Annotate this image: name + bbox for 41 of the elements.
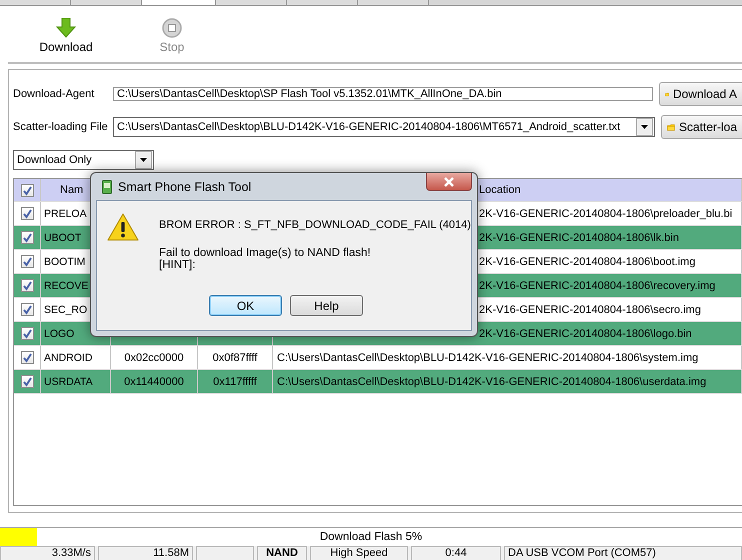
field-label: Download-Agent <box>13 88 96 100</box>
table-cell: C:\Users\DantasCell\Desktop\BLU-D142K-V16-GENERIC-20140804-1806\userdata.img <box>277 376 706 388</box>
table-cell: 2K-V16-GENERIC-20140804-1806\boot.img <box>479 256 696 268</box>
progress-label: Download Flash 5% <box>320 531 422 543</box>
field-label: Scatter-loading File <box>13 121 109 133</box>
table-cell: 2K-V16-GENERIC-20140804-1806\secro.img <box>479 304 701 316</box>
status-port: DA USB VCOM Port (COM57) <box>504 546 742 560</box>
error-code-text: BROM ERROR : S_FT_NFB_DOWNLOAD_CODE_FAIL (4014) <box>159 219 471 231</box>
dialog-button[interactable]: OK <box>209 295 282 316</box>
table-cell: 0x117fffff <box>213 376 257 388</box>
table-cell: UBOOT <box>44 232 82 244</box>
browse-button[interactable]: Download A <box>659 82 742 106</box>
table-cell: PRELOA <box>44 208 87 220</box>
download-button[interactable]: Download <box>38 18 94 62</box>
table-cell: 0x02cc0000 <box>124 352 184 364</box>
table-cell: 2K-V16-GENERIC-20140804-1806\logo.bin <box>479 328 692 340</box>
status-size: 11.58M <box>98 546 193 560</box>
table-cell: 0x0f87ffff <box>212 352 258 364</box>
browse-button[interactable]: Scatter-loa <box>661 115 742 139</box>
table-cell: USRDATA <box>44 376 93 388</box>
table-cell: 0x11440000 <box>124 376 184 388</box>
table-cell: 2K-V16-GENERIC-20140804-1806\recovery.img <box>479 280 716 292</box>
status-usb-speed: High Speed <box>310 546 408 560</box>
table-cell: ANDROID <box>44 352 92 364</box>
agent-path-field[interactable]: C:\Users\DantasCell\Desktop\SP Flash Tool v5.1352.01\MTK_AllInOne_DA.bin <box>113 87 653 101</box>
error-message: Fail to download Image(s) to NAND flash! <box>159 247 372 259</box>
dialog-title: Smart Phone Flash Tool <box>118 180 252 194</box>
table-cell: 2K-V16-GENERIC-20140804-1806\lk.bin <box>479 232 679 244</box>
table-cell: 2K-V16-GENERIC-20140804-1806\preloader_blu.bi <box>479 208 732 220</box>
table-cell: LOGO <box>44 328 74 340</box>
status-speed: 3.33M/s <box>0 546 95 560</box>
table-cell: SEC_RO <box>44 304 88 316</box>
table-cell: C:\Users\DantasCell\Desktop\BLU-D142K-V16-GENERIC-20140804-1806\system.img <box>277 352 698 364</box>
scatter-file-dropdown[interactable]: C:\Users\DantasCell\Desktop\BLU-D142K-V16-GENERIC-20140804-1806\MT6571_Android_scatter.txt <box>113 117 655 137</box>
status-time: 0:44 <box>411 546 501 560</box>
mode-dropdown[interactable]: Download Only <box>13 150 154 170</box>
status-storage: NAND <box>257 546 307 560</box>
table-cell: BOOTIM <box>44 256 86 268</box>
dialog-button[interactable]: Help <box>290 295 363 316</box>
table-cell: RECOVE <box>44 280 88 292</box>
hint-text: [HINT]: <box>159 259 196 271</box>
